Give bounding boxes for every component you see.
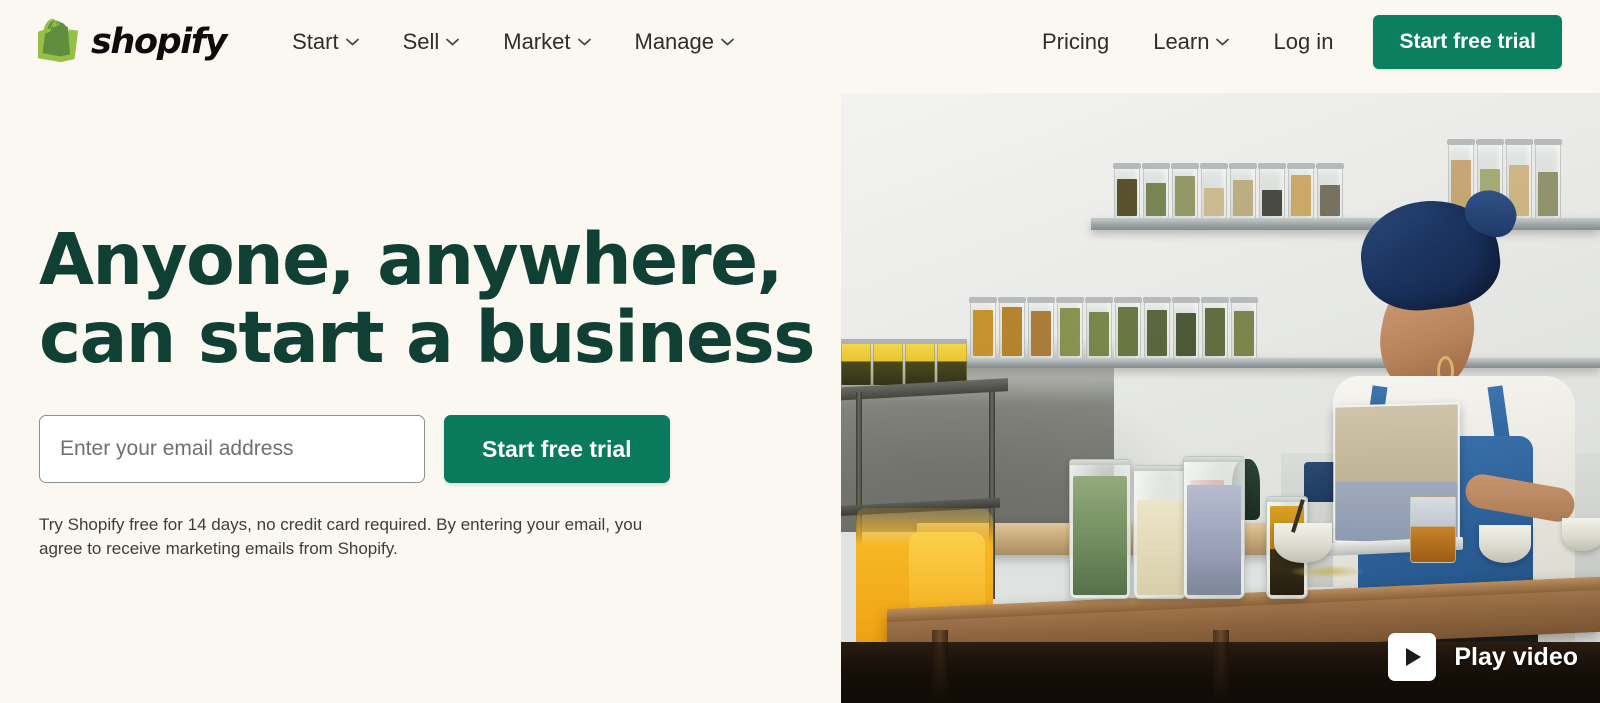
chevron-down-icon [345,38,359,46]
secondary-nav-links: Pricing Learn Log in Start free trial [1020,15,1562,69]
page-title: Anyone, anywhere, can start a business [39,218,815,380]
nav-item-pricing-label: Pricing [1041,29,1110,54]
nav-item-market[interactable]: Market [481,19,612,65]
photo-upper-shelf-jars [1113,163,1345,219]
nav-item-start-label: Start [292,29,339,54]
nav-item-manage[interactable]: Manage [613,19,757,65]
play-video-button[interactable]: Play video [1388,633,1578,681]
chevron-down-icon [446,38,460,46]
photo-bowl [1478,524,1531,563]
primary-nav-links: Start Sell Market Manage [270,19,756,65]
nav-start-free-trial-button[interactable]: Start free trial [1373,15,1562,69]
play-button-box [1388,633,1437,681]
nav-item-market-label: Market [503,29,571,54]
trial-disclaimer-text: Try Shopify free for 14 days, no credit … [39,515,643,559]
nav-item-learn-label: Learn [1153,29,1210,54]
email-input[interactable] [39,415,425,483]
chevron-down-icon [721,38,734,46]
play-triangle-icon [1406,648,1422,666]
top-navigation-bar: shopify Start Sell Market Manage Pricing… [0,0,1600,84]
chevron-down-icon [577,38,591,46]
photo-scattered-seeds [1288,564,1365,578]
nav-item-start[interactable]: Start [270,19,380,65]
photo-bowl [1562,517,1600,551]
shopify-wordmark: shopify [91,21,227,62]
photo-bowl [1273,523,1332,563]
nav-item-learn[interactable]: Learn [1131,19,1251,65]
photo-table-jar-herbs [1068,459,1131,600]
shopify-bag-icon [35,17,82,67]
photo-glass-flask [1410,495,1457,563]
hero-content-panel: Anyone, anywhere, can start a business S… [0,84,841,703]
nav-item-pricing[interactable]: Pricing [1020,19,1131,65]
photo-cart-jars [841,343,967,386]
chevron-down-icon [1216,38,1230,46]
photo-table-jar-lavender [1182,455,1245,600]
hero-start-free-trial-button[interactable]: Start free trial [444,415,670,483]
photo-lower-shelf-jars [969,297,1259,359]
nav-item-manage-label: Manage [634,29,715,54]
photo-table-jar-pasta [1133,465,1188,600]
nav-item-log-in[interactable]: Log in [1251,19,1355,65]
hero-photo [841,93,1600,703]
shopify-logo-link[interactable]: shopify [35,17,227,67]
nav-item-log-in-label: Log in [1273,29,1334,54]
play-video-label: Play video [1454,642,1578,671]
nav-item-sell-label: Sell [402,29,440,54]
nav-item-sell[interactable]: Sell [381,19,482,65]
hero-video-thumbnail[interactable]: Play video [841,93,1600,703]
trial-signup-form: Start free trial [39,415,670,483]
